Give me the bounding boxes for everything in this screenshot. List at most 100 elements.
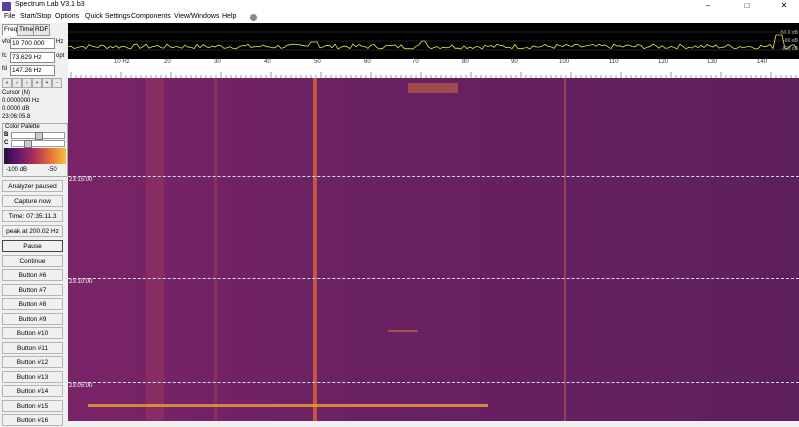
axis-label-40: 40 <box>264 59 271 65</box>
menu-options[interactable]: Options <box>55 13 79 20</box>
palette-min-label: -100 dB <box>6 167 28 173</box>
button-10[interactable]: Button #10 <box>2 327 63 339</box>
signal-blob-top <box>408 83 458 93</box>
axis-label-130: 130 <box>707 59 718 65</box>
zoom-out-button[interactable]: - <box>52 78 62 88</box>
waterfall-display[interactable]: 23:15:00 23:10:00 23:05:00 <box>68 78 799 421</box>
axis-label-110: 110 <box>609 59 619 65</box>
window-title: Spectrum Lab V3.1 b3 <box>15 1 85 8</box>
status-indicator-icon <box>250 14 257 21</box>
brightness-slider-knob[interactable] <box>35 132 43 140</box>
frequency-axis[interactable]: 10 Hz 20 30 40 50 60 70 80 90 100 110 12… <box>68 59 799 78</box>
palette-gradient <box>4 148 66 164</box>
nav-first-button[interactable]: « <box>2 78 12 88</box>
cursor-db: 0.0000 dB <box>2 106 30 112</box>
axis-label-100: 100 <box>559 59 570 65</box>
menu-quick-settings[interactable]: Quick Settings <box>85 13 130 20</box>
close-button[interactable]: ✕ <box>770 0 798 12</box>
button-7[interactable]: Button #7 <box>2 284 63 296</box>
cursor-freq: 0.0000000 Hz <box>2 98 40 104</box>
axis-label-120: 120 <box>658 59 669 65</box>
nav-next-button[interactable]: › <box>22 78 32 88</box>
contrast-slider[interactable] <box>11 140 65 148</box>
nav-last-button[interactable]: » <box>32 78 42 88</box>
time-marker-label: 23:10:00 <box>69 279 93 285</box>
fd-row: fd 147.26 Hz <box>2 65 65 76</box>
vfo-input[interactable]: 10 700 000 <box>10 38 55 49</box>
color-palette: Color Palette B C -100 dB -50 <box>2 123 68 177</box>
time-marker-label: 23:15:00 <box>69 177 93 183</box>
vfo-label: vfo <box>2 39 11 45</box>
axis-label-60: 60 <box>364 59 371 65</box>
analyzer-status-button[interactable]: Analyzer paused <box>2 180 63 192</box>
axis-label-50: 50 <box>314 59 321 65</box>
capture-now-button[interactable]: Capture now <box>2 195 63 207</box>
nav-prev-button[interactable]: ‹ <box>12 78 22 88</box>
signal-line-50hz <box>313 78 317 421</box>
title-bar: Spectrum Lab V3.1 b3 – □ ✕ <box>0 0 799 12</box>
control-panel: Freq Time RDF vfo 10 700 000 Hz fc 73.62… <box>0 23 68 426</box>
cursor-title: Cursor (N) <box>2 90 30 96</box>
cursor-time: 23:06:05.8 <box>2 114 31 120</box>
button-8[interactable]: Button #8 <box>2 298 63 310</box>
time-marker-line <box>68 382 799 383</box>
signal-line-100hz <box>564 78 566 421</box>
signal-blip <box>388 330 418 332</box>
peak-display-button[interactable]: peak at 200.02 Hz <box>2 225 63 237</box>
contrast-slider-knob[interactable] <box>23 140 32 148</box>
signal-line-30hz <box>214 78 217 421</box>
menu-view-windows[interactable]: View/Windows <box>174 13 219 20</box>
menu-components[interactable]: Components <box>131 13 171 20</box>
brightness-slider[interactable] <box>11 132 65 140</box>
app-icon <box>2 2 11 11</box>
button-14[interactable]: Button #14 <box>2 385 63 397</box>
axis-label-90: 90 <box>511 59 518 65</box>
fd-label: fd <box>2 66 8 72</box>
axis-label-80: 80 <box>462 59 469 65</box>
fd-input[interactable]: 147.26 Hz <box>10 65 55 76</box>
axis-label-70: 70 <box>412 59 419 65</box>
menu-start-stop[interactable]: Start/Stop <box>20 13 51 20</box>
contrast-label: C <box>4 140 9 146</box>
continue-button[interactable]: Continue <box>2 255 63 267</box>
button-16[interactable]: Button #16 <box>2 414 63 426</box>
menu-help[interactable]: Help <box>222 13 236 20</box>
palette-max-label: -50 <box>48 167 57 173</box>
signal-burst-bottom <box>88 404 488 407</box>
frequency-axis-ticks <box>70 72 797 78</box>
spectrum-display[interactable]: -50.0 dB -80 dB -100 dB <box>68 23 799 59</box>
axis-label-20: 20 <box>164 59 171 65</box>
axis-label-10: 10 Hz <box>114 59 130 65</box>
fc-input[interactable]: 73.629 Hz <box>10 52 55 63</box>
minimize-button[interactable]: – <box>694 0 722 12</box>
time-marker-label: 23:05:00 <box>69 383 93 389</box>
spectrum-db-label-mid: -80 dB <box>783 38 798 44</box>
time-marker-line <box>68 278 799 279</box>
tab-rdf[interactable]: RDF <box>33 24 51 36</box>
button-6[interactable]: Button #6 <box>2 269 63 281</box>
zoom-in-button[interactable]: + <box>42 78 52 88</box>
pause-button[interactable]: Pause <box>2 240 63 252</box>
signal-band-25hz <box>146 78 164 421</box>
spectrum-trace <box>68 31 799 51</box>
palette-title: Color Palette <box>5 124 40 130</box>
brightness-label: B <box>4 132 9 138</box>
time-display-button[interactable]: Time: 07:35:11.3 <box>2 210 63 222</box>
spectrum-db-label-top: -50.0 dB <box>779 30 798 36</box>
button-13[interactable]: Button #13 <box>2 371 63 383</box>
fc-row: fc 73.629 Hz opt <box>2 52 65 63</box>
button-9[interactable]: Button #9 <box>2 313 63 325</box>
vfo-unit: Hz <box>56 39 64 45</box>
vfo-row: vfo 10 700 000 Hz <box>2 38 65 49</box>
button-11[interactable]: Button #11 <box>2 342 63 354</box>
menu-file[interactable]: File <box>4 13 15 20</box>
button-15[interactable]: Button #15 <box>2 400 63 412</box>
cursor-info: Cursor (N) 0.0000000 Hz 0.0000 dB 23:06:… <box>2 89 64 121</box>
axis-label-140: 140 <box>757 59 768 65</box>
time-marker-line <box>68 176 799 177</box>
fc-label: fc <box>2 53 7 59</box>
fc-opt-button[interactable]: opt <box>56 53 64 59</box>
button-12[interactable]: Button #12 <box>2 356 63 368</box>
axis-label-30: 30 <box>214 59 221 65</box>
maximize-button[interactable]: □ <box>733 0 761 12</box>
